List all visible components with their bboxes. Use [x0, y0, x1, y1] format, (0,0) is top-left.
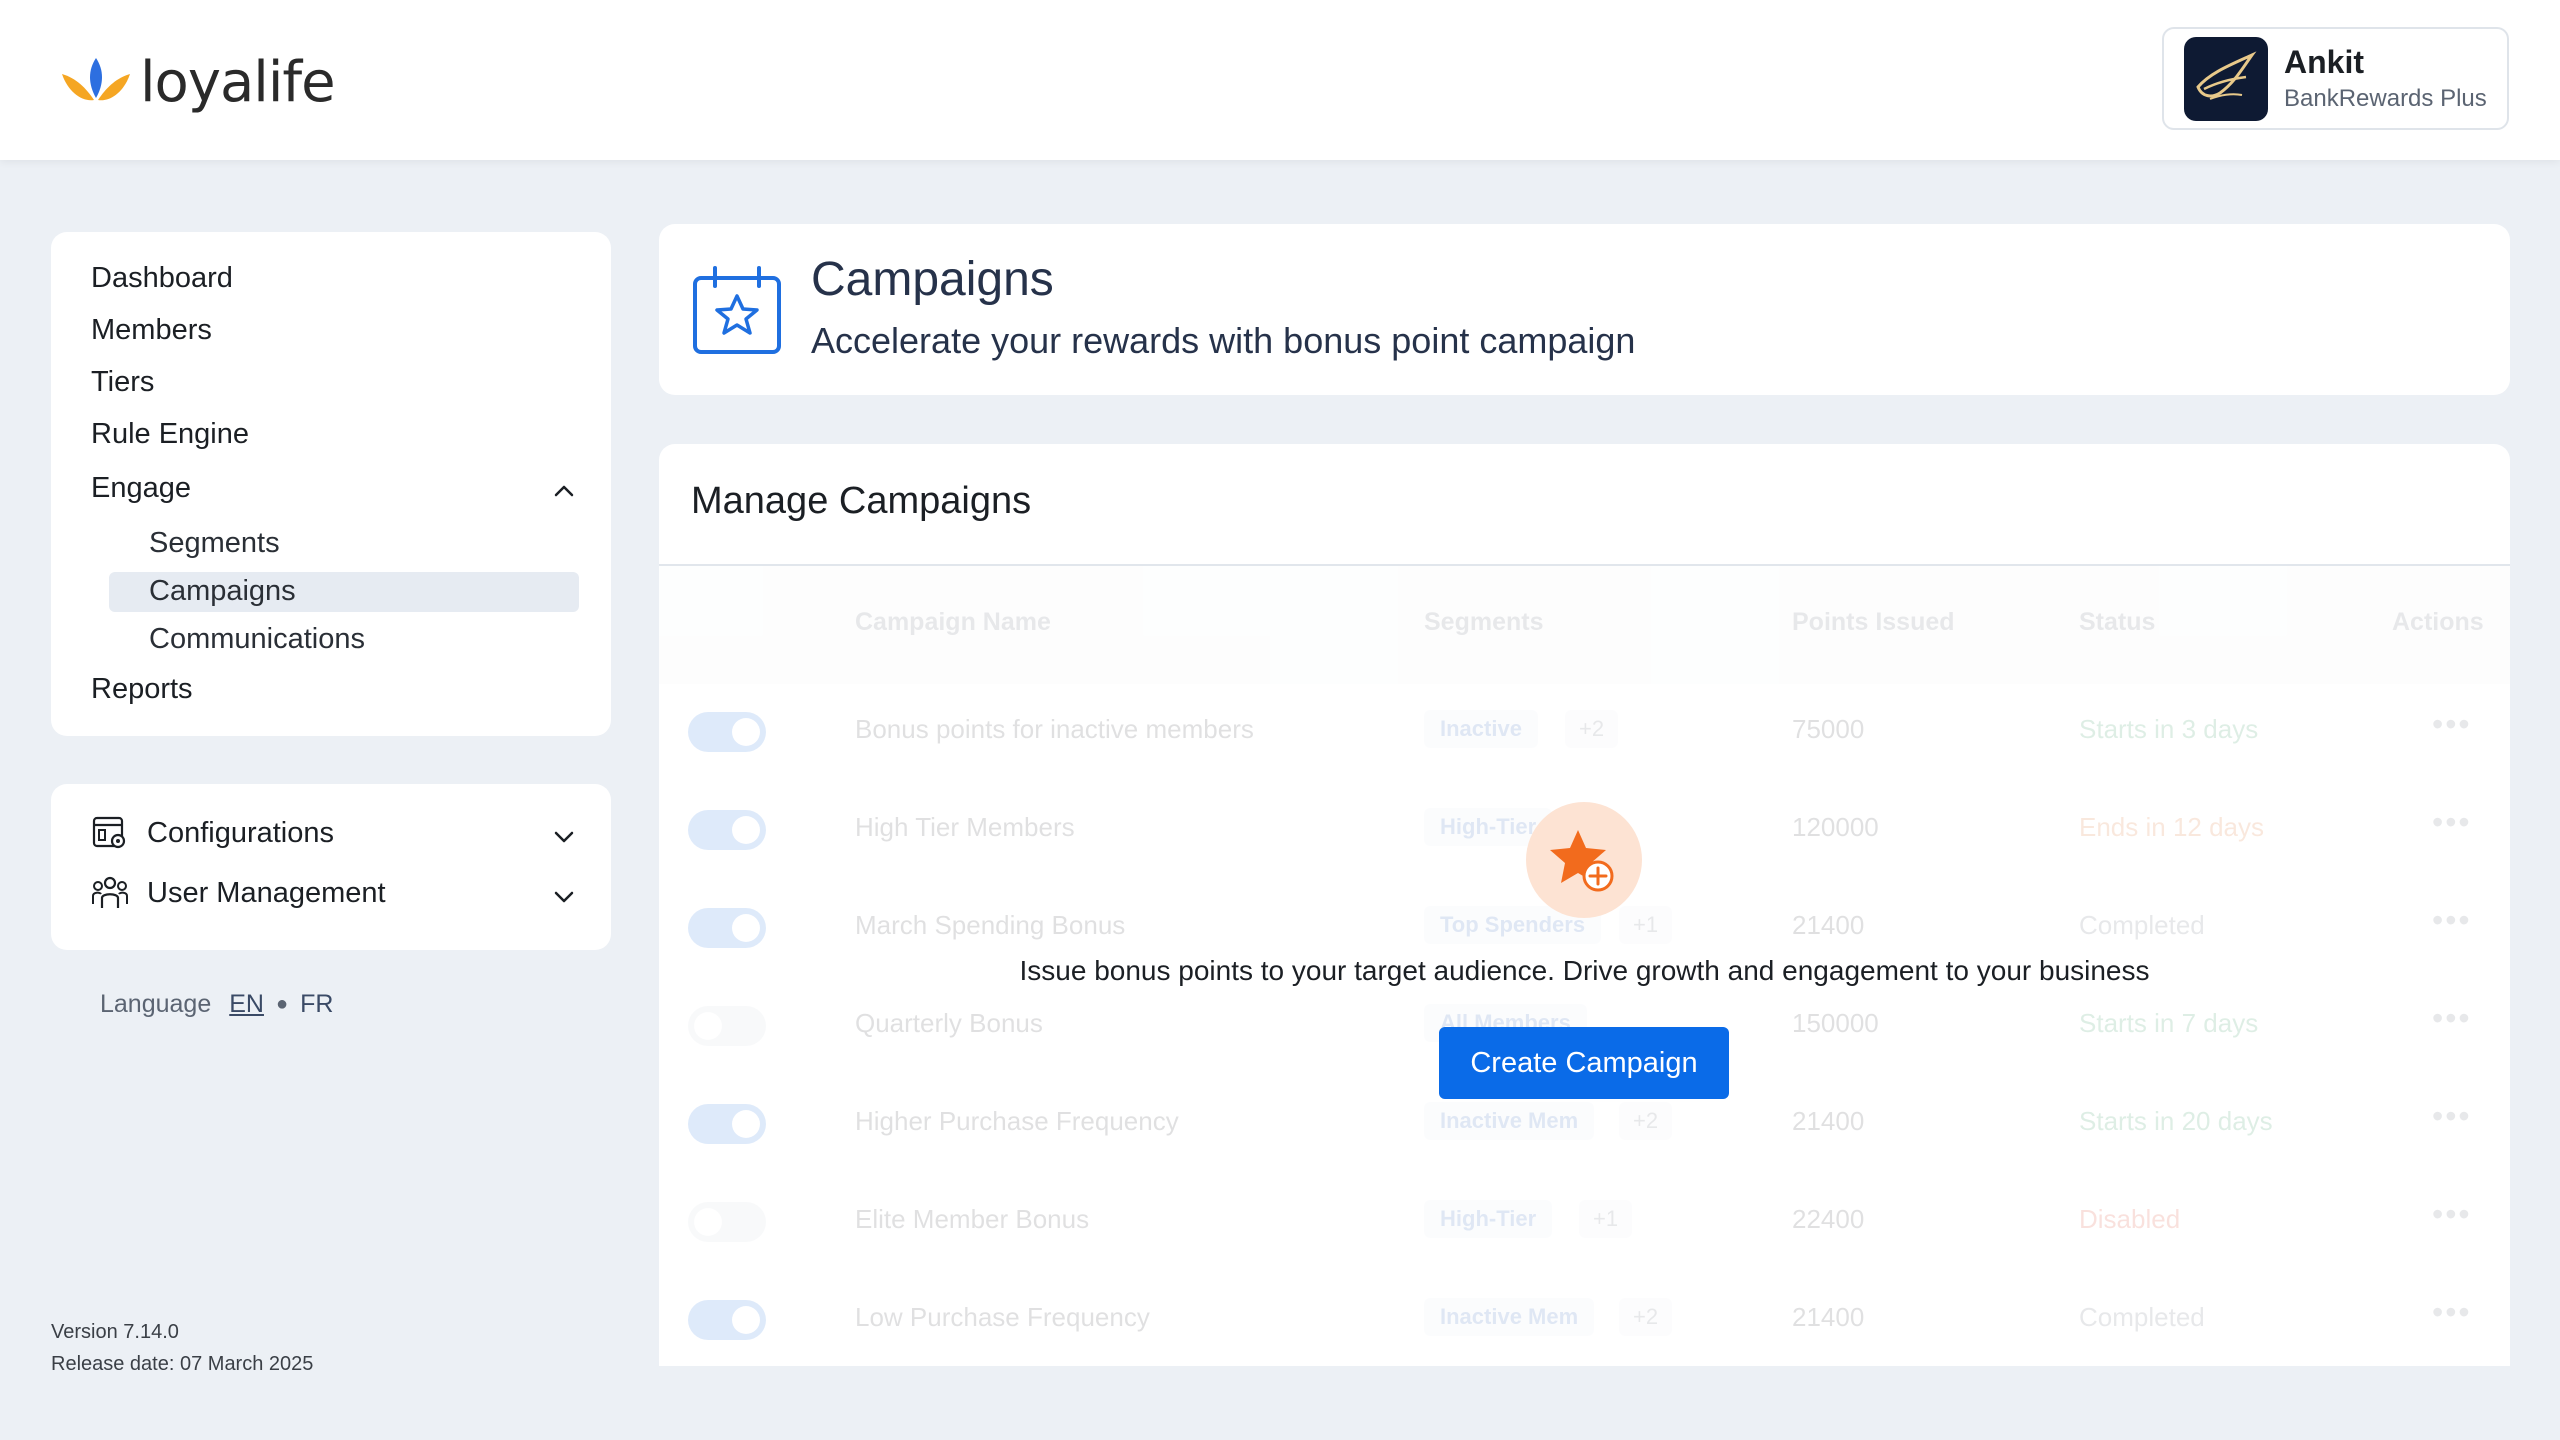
segment-chip: Inactive	[1424, 710, 1538, 748]
language-en-link[interactable]: EN	[229, 990, 264, 1019]
status-badge: Completed	[2079, 910, 2205, 940]
campaign-name: High Tier Members	[855, 812, 1075, 842]
users-icon	[92, 876, 128, 908]
settings-panel: Configurations User Management	[51, 784, 611, 950]
segment-chip: Inactive Mem	[1424, 1102, 1595, 1140]
points-issued: 150000	[1792, 1008, 1879, 1038]
top-bar: loyalife Ankit BankRewards Plus	[0, 0, 2560, 160]
campaign-toggle[interactable]	[688, 1202, 766, 1242]
sidebar-nav: Dashboard Members Tiers Rule Engine Enga…	[51, 232, 611, 736]
sidebar-item-segments[interactable]: Segments	[149, 527, 280, 560]
campaign-name: Elite Member Bonus	[855, 1204, 1090, 1234]
more-actions-icon[interactable]: •••	[2432, 1098, 2472, 1135]
empty-state-message: Issue bonus points to your target audien…	[1019, 955, 2150, 986]
user-org: BankRewards Plus	[2284, 85, 2487, 112]
campaign-toggle[interactable]	[688, 712, 766, 752]
column-header: Campaign Name	[855, 608, 1051, 636]
chevron-down-icon[interactable]	[551, 824, 577, 850]
brand-name: loyalife	[140, 49, 336, 115]
column-header: Segments	[1424, 608, 1544, 636]
status-badge: Disabled	[2079, 1204, 2181, 1234]
more-actions-icon[interactable]: •••	[2432, 804, 2472, 841]
campaign-toggle[interactable]	[688, 1104, 766, 1144]
language-label: Language	[100, 990, 212, 1018]
chevron-down-icon[interactable]	[551, 884, 577, 910]
lotus-logo-icon	[62, 58, 130, 101]
user-name: Ankit	[2284, 44, 2364, 80]
segment-more-badge: +1	[1619, 906, 1673, 944]
sidebar-item-reports[interactable]: Reports	[91, 673, 193, 706]
chevron-up-icon[interactable]	[551, 478, 577, 504]
version-info: Version 7.14.0 Release date: 07 March 20…	[51, 1316, 313, 1380]
segment-more-badge: +2	[1619, 1298, 1673, 1336]
table-row[interactable]: Bonus points for inactive members Inacti…	[659, 684, 2510, 782]
status-badge: Starts in 3 days	[2079, 714, 2259, 744]
campaign-toggle[interactable]	[688, 1300, 766, 1340]
more-actions-icon[interactable]: •••	[2432, 902, 2472, 939]
campaign-name: Low Purchase Frequency	[855, 1302, 1150, 1332]
sidebar-item-campaigns[interactable]: Campaigns	[149, 575, 296, 608]
create-campaign-button[interactable]: Create Campaign	[1439, 1027, 1729, 1099]
page-subtitle: Accelerate your rewards with bonus point…	[811, 320, 1636, 361]
sidebar-item-dashboard[interactable]: Dashboard	[91, 262, 233, 295]
campaign-name: Quarterly Bonus	[855, 1008, 1043, 1038]
avatar	[2184, 36, 2268, 121]
points-issued: 21400	[1792, 1106, 1865, 1136]
user-profile-card[interactable]: Ankit BankRewards Plus	[2162, 27, 2509, 130]
page-header-card: Campaigns Accelerate your rewards with b…	[659, 224, 2510, 395]
column-header: Points Issued	[1792, 608, 1955, 636]
section-title: Manage Campaigns	[691, 480, 1032, 522]
user-management-label: User Management	[147, 876, 386, 909]
status-badge: Starts in 7 days	[2079, 1008, 2259, 1038]
table-header: Campaign Name Segments Points Issued Sta…	[659, 566, 2510, 684]
language-switcher: Language EN ● FR	[100, 990, 333, 1019]
sidebar-item-tiers[interactable]: Tiers	[91, 366, 154, 399]
segment-more-badge: +1	[1579, 1200, 1633, 1238]
points-issued: 21400	[1792, 910, 1865, 940]
status-badge: Completed	[2079, 1302, 2205, 1332]
configurations-icon	[92, 816, 126, 849]
table-row[interactable]: Low Purchase Frequency Inactive Mem +2 2…	[659, 1272, 2510, 1366]
segment-more-badge: +2	[1619, 1102, 1673, 1140]
sidebar-item-communications[interactable]: Communications	[149, 623, 365, 656]
segment-chip: Inactive Mem	[1424, 1298, 1595, 1336]
sidebar-item-members[interactable]: Members	[91, 314, 212, 347]
more-actions-icon[interactable]: •••	[2432, 1294, 2472, 1331]
sidebar-item-rule-engine[interactable]: Rule Engine	[91, 418, 249, 451]
version-number: Version 7.14.0	[51, 1321, 179, 1343]
campaign-toggle[interactable]	[688, 1006, 766, 1046]
table-row[interactable]: Elite Member Bonus High-Tier +1 22400 Di…	[659, 1174, 2510, 1272]
segment-more-badge: +2	[1565, 710, 1619, 748]
campaign-name: Bonus points for inactive members	[855, 714, 1254, 744]
sidebar-item-user-management[interactable]: User Management	[91, 874, 386, 912]
status-badge: Ends in 12 days	[2079, 812, 2265, 842]
column-header: Status	[2079, 608, 2156, 636]
language-fr-link[interactable]: FR	[300, 990, 333, 1019]
calendar-star-icon	[693, 266, 781, 354]
segment-chip: High-Tier	[1424, 1200, 1553, 1238]
sidebar-item-engage[interactable]: Engage	[91, 472, 191, 505]
more-actions-icon[interactable]: •••	[2432, 706, 2472, 743]
star-plus-icon	[1550, 830, 1614, 892]
points-issued: 75000	[1792, 714, 1865, 744]
separator-dot: ●	[275, 993, 289, 1015]
more-actions-icon[interactable]: •••	[2432, 1000, 2472, 1037]
points-issued: 22400	[1792, 1204, 1865, 1234]
brand-logo[interactable]: loyalife	[58, 44, 336, 120]
release-date: Release date: 07 March 2025	[51, 1353, 314, 1375]
campaign-toggle[interactable]	[688, 908, 766, 948]
campaign-toggle[interactable]	[688, 810, 766, 850]
campaign-name: March Spending Bonus	[855, 910, 1126, 940]
column-header: Actions	[2392, 608, 2484, 636]
status-badge: Starts in 20 days	[2079, 1106, 2273, 1136]
campaign-name: Higher Purchase Frequency	[855, 1106, 1179, 1136]
empty-state-icon-badge	[1526, 802, 1642, 918]
more-actions-icon[interactable]: •••	[2432, 1196, 2472, 1233]
configurations-label: Configurations	[147, 816, 334, 849]
page-title: Campaigns	[811, 253, 1054, 306]
bird-logo-icon	[2196, 50, 2257, 100]
sidebar-item-configurations[interactable]: Configurations	[91, 814, 334, 852]
points-issued: 120000	[1792, 812, 1879, 842]
points-issued: 21400	[1792, 1302, 1865, 1332]
